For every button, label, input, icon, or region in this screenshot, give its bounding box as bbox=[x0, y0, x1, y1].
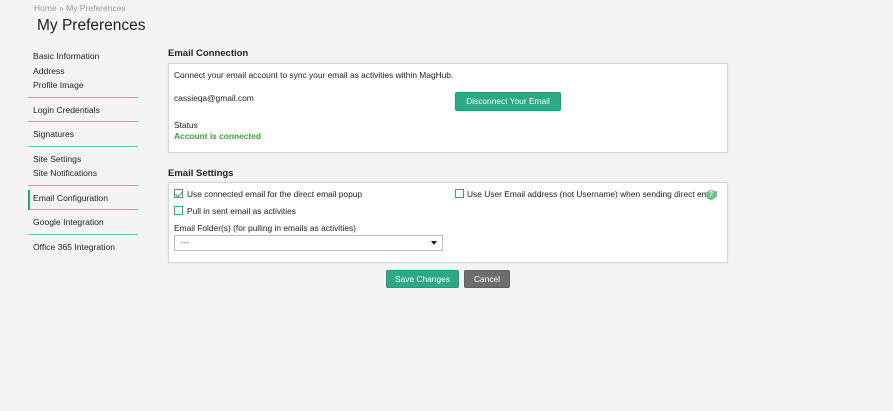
sidebar-item-address[interactable]: Address bbox=[33, 64, 138, 79]
sidebar-group-signatures: Signatures bbox=[28, 126, 138, 147]
page-title: My Preferences bbox=[37, 17, 146, 34]
help-icon[interactable]: ? bbox=[706, 190, 716, 200]
email-settings-title: Email Settings bbox=[168, 168, 234, 179]
save-changes-button[interactable]: Save Changes bbox=[386, 270, 459, 288]
sidebar-item-google-integration[interactable]: Google Integration bbox=[33, 215, 138, 230]
connected-email-address: cassieqa@gmail.com bbox=[174, 93, 254, 103]
status-label: Status bbox=[174, 120, 198, 130]
breadcrumb: Home » My Preferences bbox=[34, 3, 126, 13]
sidebar: Basic Information Address Profile Image … bbox=[28, 48, 138, 262]
sidebar-item-site-settings[interactable]: Site Settings bbox=[33, 152, 138, 167]
sidebar-item-login-credentials[interactable]: Login Credentials bbox=[33, 103, 138, 118]
breadcrumb-home-link[interactable]: Home bbox=[34, 3, 57, 13]
email-folders-value: --- bbox=[181, 238, 189, 247]
use-user-email-label: Use User Email address (not Username) wh… bbox=[467, 189, 717, 199]
sidebar-item-signatures[interactable]: Signatures bbox=[33, 127, 138, 142]
use-connected-email-label: Use connected email for the direct email… bbox=[187, 189, 363, 199]
pull-sent-email-label: Pull in sent email as activities bbox=[187, 206, 296, 216]
email-folders-label: Email Folder(s) (for pulling in emails a… bbox=[174, 223, 356, 233]
breadcrumb-current: My Preferences bbox=[66, 3, 126, 13]
sidebar-item-basic-information[interactable]: Basic Information bbox=[33, 49, 138, 64]
sidebar-group-login: Login Credentials bbox=[28, 102, 138, 122]
status-badge: Account is connected bbox=[174, 131, 262, 141]
email-connection-panel: Connect your email account to sync your … bbox=[168, 63, 728, 153]
breadcrumb-separator: » bbox=[59, 3, 64, 13]
sidebar-group-profile: Basic Information Address Profile Image bbox=[28, 48, 138, 98]
sidebar-item-site-notifications[interactable]: Site Notifications bbox=[33, 166, 138, 181]
chevron-down-icon bbox=[431, 241, 437, 245]
email-connection-description: Connect your email account to sync your … bbox=[174, 70, 454, 80]
use-connected-email-checkbox[interactable] bbox=[174, 189, 183, 198]
cancel-button[interactable]: Cancel bbox=[464, 270, 510, 288]
disconnect-email-button[interactable]: Disconnect Your Email bbox=[455, 92, 561, 111]
pull-sent-email-checkbox[interactable] bbox=[174, 206, 183, 215]
email-folders-select[interactable]: --- bbox=[174, 235, 443, 251]
sidebar-item-office-365-integration[interactable]: Office 365 Integration bbox=[33, 240, 138, 255]
sidebar-item-email-configuration[interactable]: Email Configuration bbox=[33, 191, 138, 206]
email-settings-panel: Use connected email for the direct email… bbox=[168, 182, 728, 263]
sidebar-group-google: Google Integration bbox=[28, 214, 138, 235]
sidebar-group-email: Email Configuration bbox=[28, 189, 138, 210]
sidebar-group-site: Site Settings Site Notifications bbox=[28, 151, 138, 186]
email-connection-title: Email Connection bbox=[168, 48, 249, 59]
sidebar-item-profile-image[interactable]: Profile Image bbox=[33, 78, 138, 93]
sidebar-group-office365: Office 365 Integration bbox=[28, 239, 138, 259]
use-user-email-checkbox[interactable] bbox=[455, 189, 464, 198]
